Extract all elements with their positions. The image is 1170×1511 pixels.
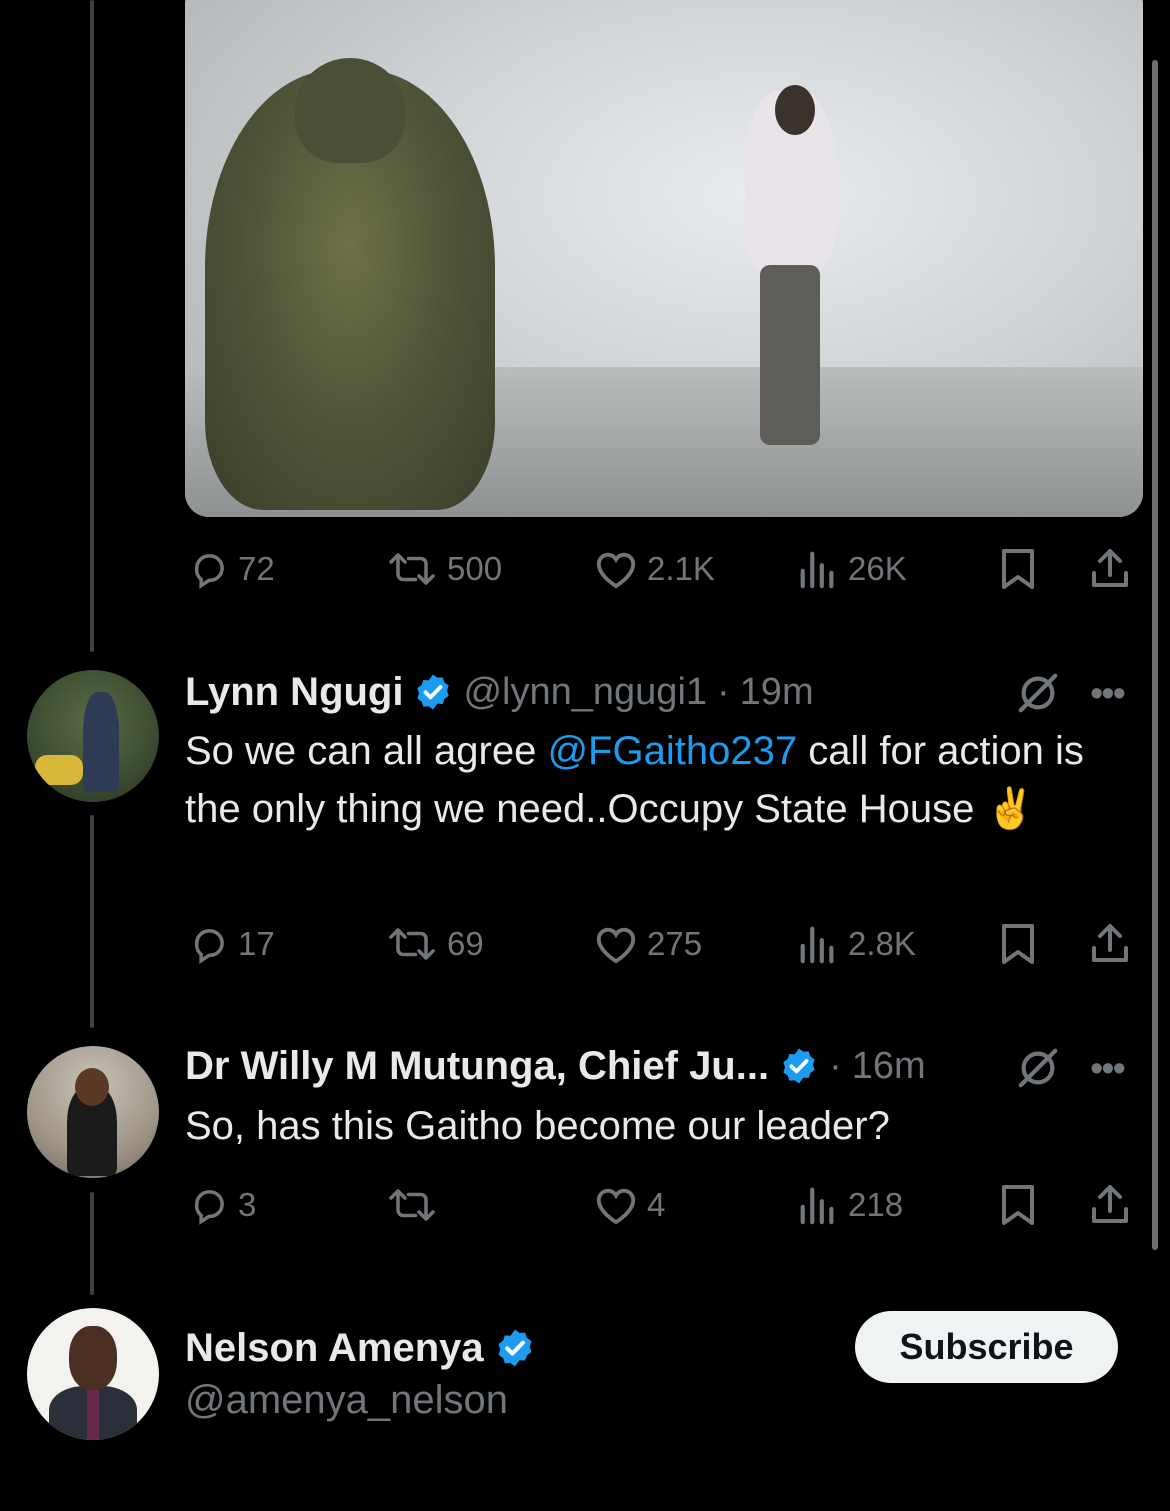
more-icon[interactable]: ••• <box>1090 673 1126 716</box>
mention-link[interactable]: @FGaitho237 <box>547 729 797 773</box>
avatar-child-head <box>75 1068 109 1106</box>
more-icon[interactable]: ••• <box>1090 1048 1126 1091</box>
like-icon <box>596 927 636 964</box>
views-icon <box>800 926 834 964</box>
reply2-header: Dr Willy M Mutunga, Chief Ju... · 16m <box>185 1041 926 1091</box>
views-icon <box>800 551 834 589</box>
avatar-tie <box>87 1390 99 1440</box>
bookmark-button[interactable] <box>998 1183 1038 1227</box>
repost-count: 69 <box>447 925 484 962</box>
views-icon <box>800 1187 834 1225</box>
share-icon <box>1092 924 1128 962</box>
avatar-chair <box>35 755 83 785</box>
reply2-text: So, has this Gaitho become our leader? <box>185 1104 890 1148</box>
author-handle[interactable]: @lynn_ngugi1 <box>463 671 707 714</box>
reply1-text-start: So we can all agree <box>185 729 548 773</box>
avatar-person <box>83 692 119 792</box>
reply1-actions: 17 69 275 2.8K <box>188 922 1136 966</box>
meta-separator: · <box>717 670 730 713</box>
share-button[interactable] <box>1088 1183 1132 1227</box>
like-button[interactable]: 275 <box>593 922 702 966</box>
media-runner-head <box>775 85 815 135</box>
grok-slash-icon[interactable] <box>1015 670 1061 716</box>
avatar[interactable] <box>27 1308 159 1440</box>
repost-button[interactable]: 69 <box>385 922 484 966</box>
views-button[interactable]: 2.8K <box>796 922 916 966</box>
timestamp[interactable]: 19m <box>740 671 814 714</box>
reply2-actions: 3 4 218 <box>188 1183 1136 1227</box>
media-helmet <box>295 58 405 163</box>
author-name[interactable]: Dr Willy M Mutunga, Chief Ju... <box>185 1044 769 1089</box>
profile-name-row: Nelson Amenya <box>185 1322 536 1374</box>
reply-count: 3 <box>238 1186 257 1223</box>
repost-icon <box>389 1189 435 1221</box>
scrollbar[interactable] <box>1152 60 1158 1250</box>
timestamp[interactable]: 16m <box>852 1045 926 1088</box>
share-button[interactable] <box>1088 547 1132 591</box>
repost-icon <box>389 928 435 960</box>
bookmark-icon <box>1002 1185 1034 1225</box>
bookmark-button[interactable] <box>998 547 1038 591</box>
bookmark-icon <box>1002 924 1034 964</box>
profile-name[interactable]: Nelson Amenya <box>185 1326 484 1371</box>
repost-icon <box>389 553 435 585</box>
tweet-video-media[interactable] <box>185 0 1143 517</box>
like-count: 4 <box>647 1186 666 1223</box>
bookmark-button[interactable] <box>998 922 1038 966</box>
views-count: 26K <box>848 550 907 587</box>
reply1-text: So we can all agree @FGaitho237 call for… <box>185 722 1135 838</box>
profile-handle[interactable]: @amenya_nelson <box>185 1378 508 1423</box>
views-button[interactable]: 218 <box>796 1183 903 1227</box>
repost-button[interactable]: 500 <box>385 547 502 591</box>
avatar[interactable] <box>27 670 159 802</box>
thread-line <box>90 0 94 652</box>
meta-separator: · <box>829 1044 842 1087</box>
grok-slash-icon[interactable] <box>1015 1045 1061 1091</box>
reply-count: 17 <box>238 925 275 962</box>
like-icon <box>596 552 636 589</box>
reply-count: 72 <box>238 550 275 587</box>
reply-button[interactable]: 17 <box>188 922 275 966</box>
media-runner-legs <box>760 265 820 445</box>
repost-button[interactable] <box>385 1183 447 1227</box>
like-icon <box>596 1188 636 1225</box>
reply-icon <box>194 929 224 964</box>
reply-button[interactable]: 3 <box>188 1183 256 1227</box>
views-button[interactable]: 26K <box>796 547 907 591</box>
like-button[interactable]: 4 <box>593 1183 665 1227</box>
share-icon <box>1092 549 1128 587</box>
thread-line <box>90 1192 94 1295</box>
tweet-actions: 72 500 2.1K 26K <box>188 547 1136 591</box>
reply-button[interactable]: 72 <box>188 547 275 591</box>
bookmark-icon <box>1002 549 1034 589</box>
subscribe-button[interactable]: Subscribe <box>855 1311 1118 1383</box>
share-icon <box>1092 1185 1128 1223</box>
author-name[interactable]: Lynn Ngugi <box>185 670 403 715</box>
reply1-header: Lynn Ngugi @lynn_ngugi1 · 19m <box>185 667 814 717</box>
avatar[interactable] <box>27 1046 159 1178</box>
reply-icon <box>194 1190 224 1225</box>
repost-count: 500 <box>447 550 503 587</box>
reply-icon <box>194 554 224 589</box>
thread-line <box>90 815 94 1028</box>
views-count: 2.8K <box>848 925 916 962</box>
share-button[interactable] <box>1088 922 1132 966</box>
verified-badge-icon <box>783 1048 815 1084</box>
like-button[interactable]: 2.1K <box>593 547 715 591</box>
verified-badge-icon <box>417 674 450 710</box>
verified-badge-icon <box>498 1329 532 1367</box>
views-count: 218 <box>848 1186 904 1223</box>
like-count: 2.1K <box>647 550 715 587</box>
avatar-face <box>69 1326 117 1390</box>
like-count: 275 <box>647 925 703 962</box>
